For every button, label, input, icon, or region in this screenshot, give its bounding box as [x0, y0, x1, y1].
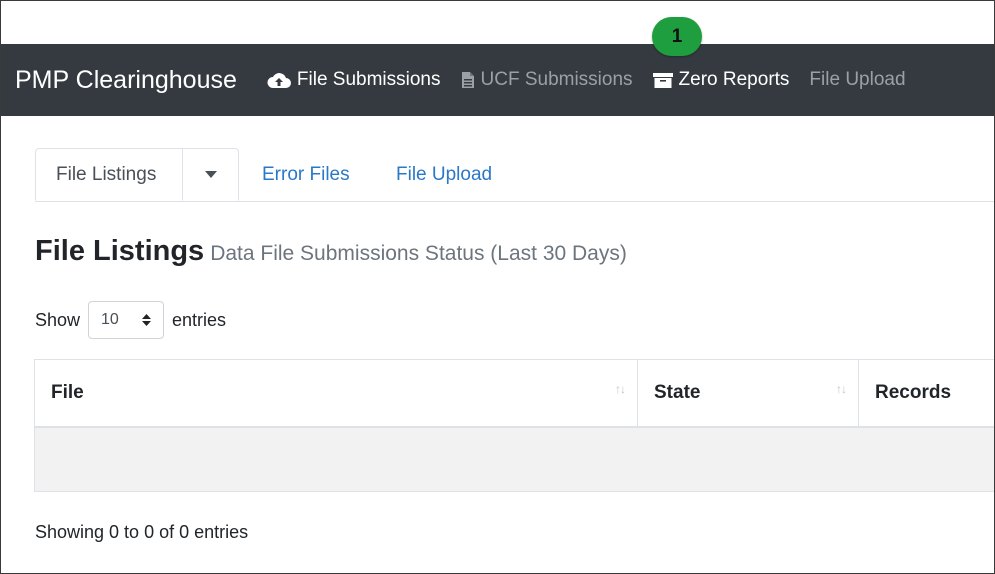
nav-zero-reports[interactable]: Zero Reports — [652, 69, 790, 91]
nav-file-submissions[interactable]: File Submissions — [267, 69, 441, 91]
empty-table-row — [35, 428, 994, 491]
nav-ucf-submissions-label: UCF Submissions — [480, 69, 633, 90]
file-icon — [461, 72, 474, 88]
caret-down-icon — [204, 171, 217, 178]
show-label: Show — [35, 309, 81, 330]
column-header-file[interactable]: File ↑↓ — [35, 360, 638, 426]
column-header-state-label: State — [654, 382, 701, 403]
nav-zero-reports-label: Zero Reports — [678, 69, 790, 90]
file-listings-table: File ↑↓ State ↑↓ Records — [34, 359, 994, 492]
page-heading: File Listings Data File Submissions Statu… — [35, 235, 627, 268]
brand-link[interactable]: PMP Clearinghouse — [15, 66, 237, 95]
tab-error-files[interactable]: Error Files — [262, 164, 350, 186]
tab-file-listings[interactable]: File Listings — [35, 148, 183, 201]
sort-icon: ↑↓ — [615, 382, 626, 396]
nav-file-submissions-label: File Submissions — [296, 69, 441, 90]
tab-bar: File Listings Error Files File Upload — [35, 148, 994, 202]
column-header-state[interactable]: State ↑↓ — [638, 360, 859, 426]
cloud-upload-icon — [267, 73, 291, 88]
tab-dropdown-toggle[interactable] — [183, 148, 239, 201]
nav-ucf-submissions[interactable]: UCF Submissions — [461, 69, 633, 91]
length-menu: Show 10 entries — [35, 301, 226, 339]
nav-file-upload-label: File Upload — [809, 69, 906, 90]
table-info: Showing 0 to 0 of 0 entries — [35, 522, 249, 542]
column-header-file-label: File — [51, 382, 84, 403]
entries-select[interactable]: 10 — [88, 301, 165, 339]
sort-arrows-icon — [142, 314, 152, 326]
column-header-records[interactable]: Records — [859, 360, 994, 426]
sort-icon: ↑↓ — [836, 382, 847, 396]
table-header: File ↑↓ State ↑↓ Records — [35, 360, 994, 428]
top-navbar: PMP Clearinghouse File Submissions UCF S… — [1, 44, 994, 116]
browser-frame: PMP Clearinghouse File Submissions UCF S… — [0, 0, 995, 574]
callout-badge: 1 — [652, 17, 702, 56]
page-subtitle: Data File Submissions Status (Last 30 Da… — [210, 242, 627, 265]
nav-file-upload[interactable]: File Upload — [809, 69, 905, 91]
entries-label: entries — [172, 309, 227, 330]
tab-file-upload[interactable]: File Upload — [396, 164, 492, 186]
column-header-records-label: Records — [875, 382, 952, 403]
archive-icon — [652, 72, 673, 88]
page-title: File Listings — [35, 235, 205, 267]
entries-select-value: 10 — [101, 311, 119, 328]
